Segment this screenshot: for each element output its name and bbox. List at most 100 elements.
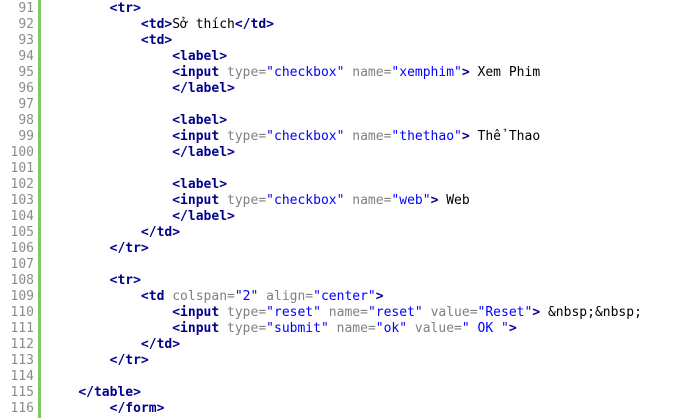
code-token: name= [328, 305, 368, 320]
line-number: 98 [18, 113, 34, 128]
code-token: </label> [172, 209, 235, 224]
code-line[interactable]: </tr> [47, 353, 700, 369]
line-number: 96 [18, 81, 34, 96]
code-token: "thethao" [391, 129, 462, 144]
code-token: name= [352, 65, 392, 80]
code-line[interactable]: <tr> [47, 273, 700, 289]
code-editor[interactable]: 91 92 93 94 95 96 97 98 99 100 101 102 103 104 105 106 1… [0, 0, 700, 418]
code-line[interactable]: <input type="checkbox" name="web"> Web [47, 193, 700, 209]
code-token: "web" [391, 193, 431, 208]
code-token: type= [227, 193, 267, 208]
code-token: "center" [313, 289, 376, 304]
code-token: type= [227, 65, 267, 80]
code-token: <label> [172, 49, 228, 64]
code-token: </label> [172, 81, 235, 96]
code-line[interactable]: <label> [47, 49, 700, 65]
code-token: colspan= [172, 289, 235, 304]
code-line[interactable]: </label> [47, 145, 700, 161]
line-number: 112 [10, 337, 34, 352]
code-line[interactable]: <label> [47, 177, 700, 193]
code-token: </table> [78, 385, 141, 400]
line-number: 110 [10, 305, 34, 320]
line-number: 92 [18, 17, 34, 32]
code-token: > [461, 65, 470, 80]
code-token: "2" [234, 289, 259, 304]
code-line[interactable]: <input type="reset" name="reset" value="… [47, 305, 700, 321]
line-number: 104 [10, 209, 34, 224]
code-token: <td> [140, 33, 173, 48]
line-number: 99 [18, 129, 34, 144]
code-line[interactable]: </label> [47, 209, 700, 225]
code-line[interactable] [47, 257, 700, 273]
code-line[interactable]: <label> [47, 113, 700, 129]
code-line[interactable] [47, 161, 700, 177]
code-line[interactable] [47, 369, 700, 385]
code-token: <label> [172, 177, 228, 192]
code-line[interactable]: </form> [47, 401, 700, 417]
code-token: </td> [140, 337, 181, 352]
code-token: <input [172, 65, 220, 80]
code-token: value= [430, 305, 478, 320]
code-token: "xemphim" [391, 65, 462, 80]
line-number: 116 [10, 401, 34, 416]
code-token: <input [172, 129, 220, 144]
line-number: 95 [18, 65, 34, 80]
code-token: "checkbox" [266, 193, 345, 208]
code-token: <td [140, 289, 165, 304]
code-line[interactable]: <td colspan="2" align="center"> [47, 289, 700, 305]
code-line[interactable]: <input type="checkbox" name="xemphim"> X… [47, 65, 700, 81]
line-number: 113 [10, 353, 34, 368]
code-token: "Reset" [477, 305, 533, 320]
code-token: "reset" [266, 305, 321, 320]
code-line[interactable]: <td>Sở thích</td> [47, 17, 700, 33]
code-line[interactable]: </table> [47, 385, 700, 401]
code-token: &nbsp;&nbsp; [540, 305, 642, 320]
code-line[interactable]: </td> [47, 225, 700, 241]
code-token: Xem Phim [469, 65, 541, 80]
code-token: <td> [140, 17, 173, 32]
line-number: 107 [10, 257, 34, 272]
code-token: </td> [234, 17, 274, 32]
line-number: 103 [10, 193, 34, 208]
line-number: 114 [10, 369, 34, 384]
code-token: </label> [172, 145, 235, 160]
code-line[interactable] [47, 97, 700, 113]
line-number: 102 [10, 177, 34, 192]
code-line[interactable]: <input type="checkbox" name="thethao"> T… [47, 129, 700, 145]
code-token: > [461, 129, 470, 144]
code-token: </td> [140, 225, 181, 240]
code-token: <input [172, 321, 220, 336]
code-line[interactable]: </tr> [47, 241, 700, 257]
code-line[interactable]: <tr> [47, 1, 700, 17]
code-line[interactable]: </label> [47, 81, 700, 97]
code-token: "submit" [266, 321, 329, 336]
code-token: " OK " [461, 321, 509, 336]
code-token: </tr> [109, 241, 149, 256]
line-number-gutter: 91 92 93 94 95 96 97 98 99 100 101 102 103 104 105 106 1… [0, 0, 38, 418]
code-line[interactable]: </td> [47, 337, 700, 353]
code-token: <tr> [109, 1, 141, 16]
code-line[interactable]: <td> [47, 33, 700, 49]
code-area[interactable]: <tr> <td>Sở thích</td> <td> <label> <inp… [41, 0, 700, 418]
code-token: "ok" [375, 321, 408, 336]
line-number: 115 [10, 385, 34, 400]
code-line[interactable]: <input type="submit" name="ok" value=" O… [47, 321, 700, 337]
line-number: 109 [10, 289, 34, 304]
line-number: 106 [10, 241, 34, 256]
